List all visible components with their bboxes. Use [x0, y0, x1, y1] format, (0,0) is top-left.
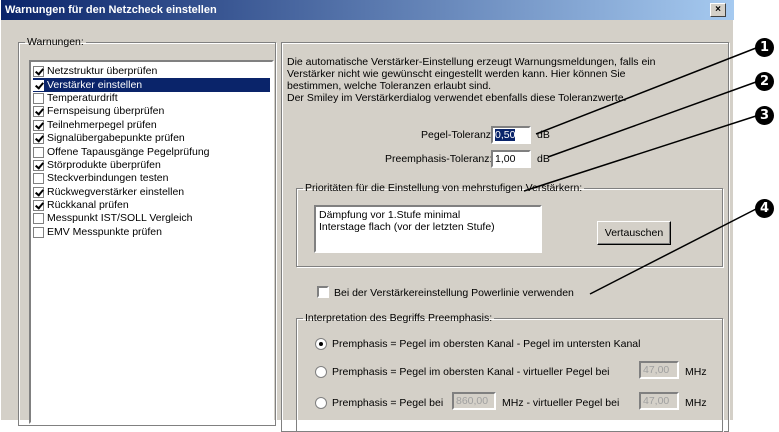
callout-4: 4	[755, 199, 774, 218]
callout-3: 3	[755, 106, 774, 125]
callout-1: 1	[755, 38, 774, 57]
callout-line-2	[547, 81, 757, 158]
callout-line-4	[589, 208, 757, 295]
callout-lines	[523, 47, 757, 295]
callout-2: 2	[755, 72, 774, 91]
